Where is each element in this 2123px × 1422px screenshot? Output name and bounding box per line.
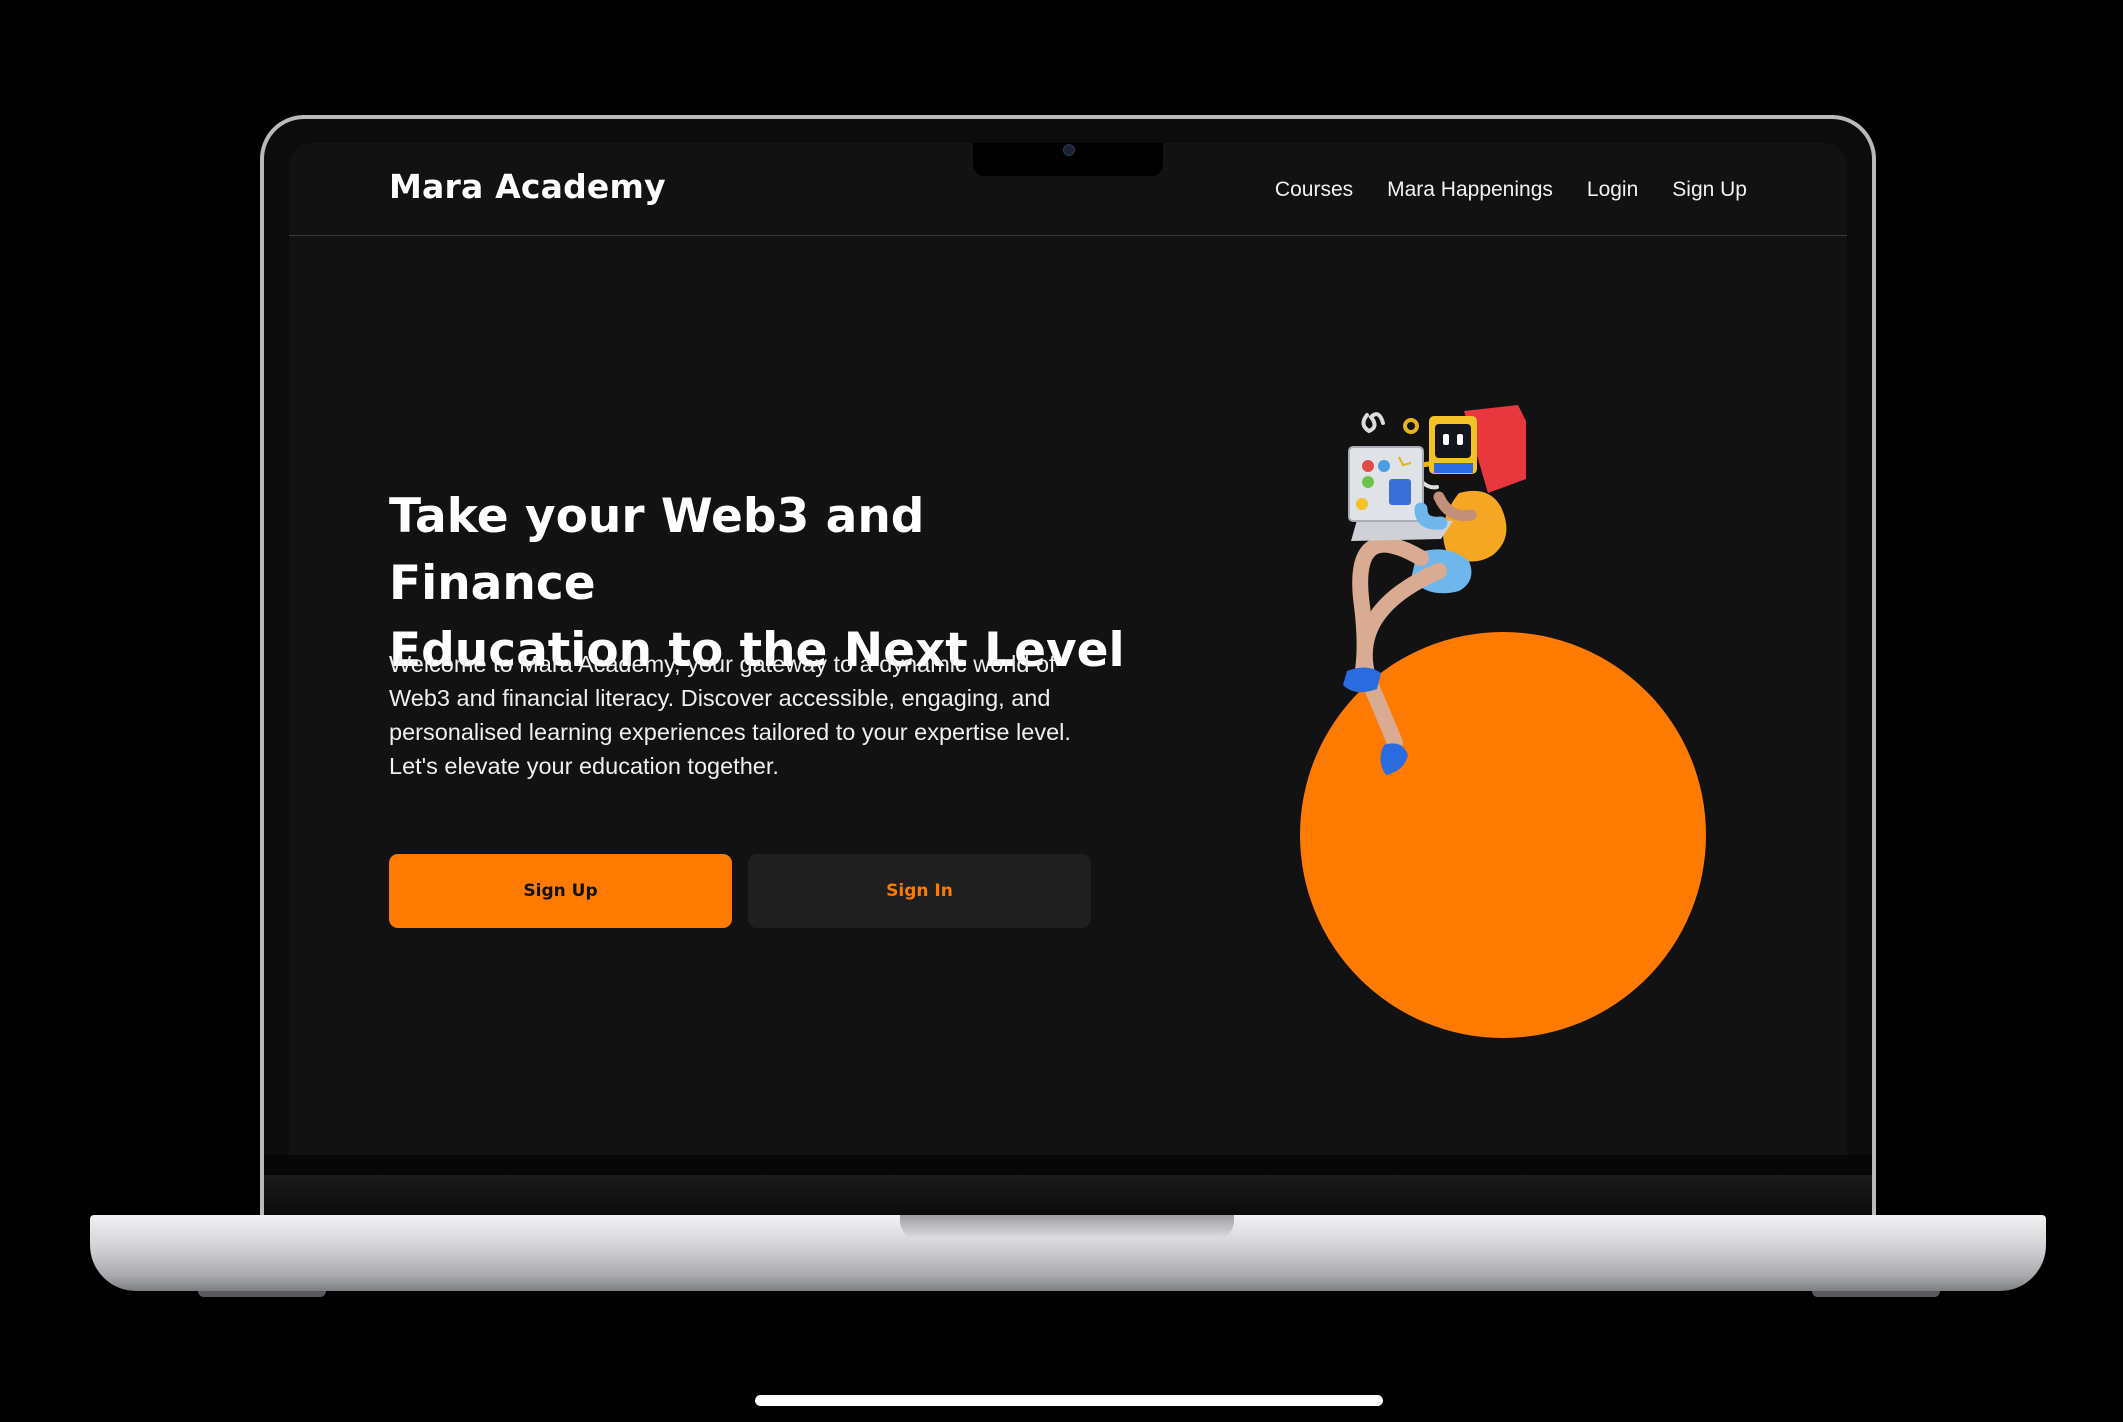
sign-up-button[interactable]: Sign Up bbox=[389, 854, 732, 928]
nav-link-sign-up[interactable]: Sign Up bbox=[1672, 178, 1747, 202]
camera-icon bbox=[1063, 144, 1075, 156]
brand-logo[interactable]: Mara Academy bbox=[389, 167, 666, 206]
nav-link-mara-happenings[interactable]: Mara Happenings bbox=[1387, 178, 1553, 202]
laptop-foot-right bbox=[1812, 1291, 1940, 1297]
home-indicator[interactable] bbox=[755, 1395, 1383, 1406]
nav-link-courses[interactable]: Courses bbox=[1275, 178, 1353, 202]
hero-headline-line-1: Take your Web3 and Finance bbox=[389, 489, 925, 611]
laptop-hinge bbox=[264, 1175, 1872, 1215]
laptop-foot-left bbox=[198, 1291, 326, 1297]
nav-links: Courses Mara Happenings Login Sign Up bbox=[1275, 178, 1747, 202]
sign-in-button[interactable]: Sign In bbox=[748, 854, 1091, 928]
hero-description: Welcome to Mara Academy, your gateway to… bbox=[389, 651, 1071, 779]
nav-link-login[interactable]: Login bbox=[1587, 178, 1638, 202]
laptop-opening-lip bbox=[900, 1215, 1234, 1239]
website-screen: Mara Academy Courses Mara Happenings Log… bbox=[289, 143, 1847, 1155]
character-with-laptop-illustration bbox=[1343, 405, 1526, 775]
